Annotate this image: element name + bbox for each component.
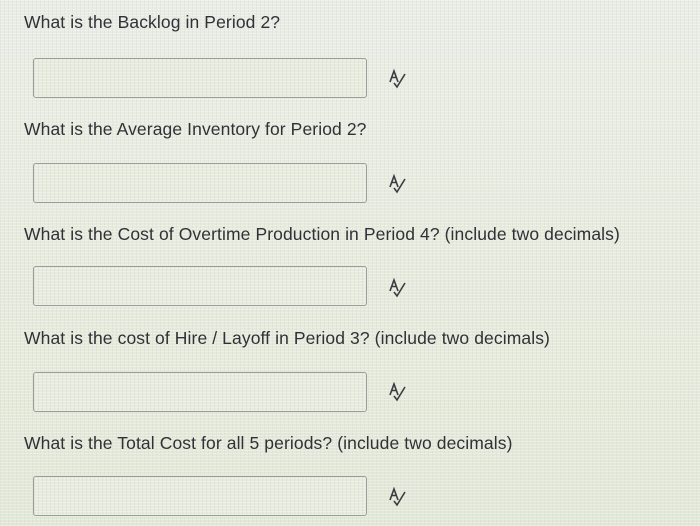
spellcheck-icon[interactable] <box>386 68 408 90</box>
spellcheck-icon[interactable] <box>386 277 408 299</box>
answer-4-input[interactable] <box>33 372 367 412</box>
answer-1-input[interactable] <box>33 58 367 98</box>
spellcheck-icon[interactable] <box>386 173 408 195</box>
spellcheck-icon[interactable] <box>386 486 408 508</box>
answer-5-input[interactable] <box>33 476 367 516</box>
question-2-label: What is the Average Inventory for Period… <box>24 119 367 139</box>
question-3-label: What is the Cost of Overtime Production … <box>24 224 620 244</box>
answer-3-input[interactable] <box>33 266 367 306</box>
question-4-label: What is the cost of Hire / Layoff in Per… <box>24 328 550 348</box>
spellcheck-icon[interactable] <box>386 381 408 403</box>
answer-2-input[interactable] <box>33 163 367 203</box>
question-5-label: What is the Total Cost for all 5 periods… <box>24 433 513 453</box>
question-1-label: What is the Backlog in Period 2? <box>24 12 281 32</box>
